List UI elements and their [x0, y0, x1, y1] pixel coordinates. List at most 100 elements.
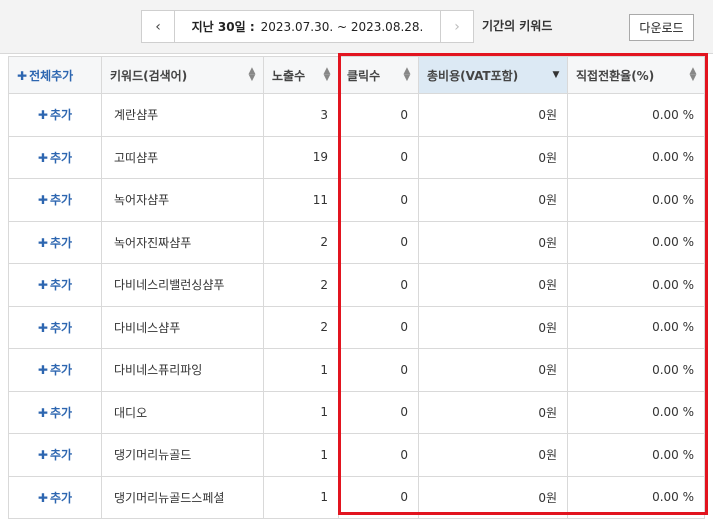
clicks-cell: 0	[338, 135, 419, 179]
clicks-cell: 0	[338, 305, 419, 349]
add-keyword-button[interactable]: ✚ 추가	[8, 220, 102, 264]
clicks-cell: 0	[338, 433, 419, 477]
impressions-cell: 2	[263, 263, 339, 307]
impressions-cell: 1	[263, 348, 339, 392]
plus-icon: ✚	[37, 405, 48, 420]
period-suffix: 기간의 키워드	[482, 19, 553, 33]
keyword-cell: 다비네스퓨리파잉	[101, 348, 264, 392]
plus-icon: ✚	[37, 278, 48, 293]
plus-icon: ✚	[37, 235, 48, 250]
conversion-cell: 0.00 %	[567, 135, 705, 179]
add-keyword-button[interactable]: ✚ 추가	[8, 305, 102, 349]
keyword-cell: 댕기머리뉴골드	[101, 433, 264, 477]
keyword-table: ✚ 전체추가 키워드(검색어) ▲ ▼ 노출수 ▲ ▼ 클릭수 ▲ ▼ 총비용(VAT포함) ▼…	[8, 56, 705, 519]
keyword-cell: 대디오	[101, 390, 264, 434]
conversion-cell: 0.00 %	[567, 178, 705, 222]
impressions-cell: 1	[263, 475, 339, 519]
prev-period-button[interactable]: ‹	[142, 11, 175, 42]
date-range: 지난 30일 : 2023.07.30. ~ 2023.08.28.	[175, 11, 440, 42]
plus-icon: ✚	[37, 108, 48, 123]
sort-icon: ▲ ▼	[323, 66, 331, 83]
period-range: 2023.07.30. ~ 2023.08.28.	[260, 19, 424, 34]
impressions-cell: 19	[263, 135, 339, 179]
table-row: ✚ 추가 녹어자진짜샴푸 2 0 0원 0.00 %	[8, 220, 705, 264]
keyword-cell: 다비네스샴푸	[101, 305, 264, 349]
chevron-right-icon: ›	[454, 18, 460, 35]
sort-icon: ▲ ▼	[248, 66, 256, 83]
table-row: ✚ 추가 대디오 1 0 0원 0.00 %	[8, 390, 705, 434]
keyword-cell: 다비네스리밸런싱샴푸	[101, 263, 264, 307]
add-keyword-button[interactable]: ✚ 추가	[8, 433, 102, 477]
table-row: ✚ 추가 고띠샴푸 19 0 0원 0.00 %	[8, 135, 705, 179]
impressions-cell: 11	[263, 178, 339, 222]
cost-cell: 0원	[418, 220, 568, 264]
clicks-cell: 0	[338, 475, 419, 519]
add-keyword-button[interactable]: ✚ 추가	[8, 178, 102, 222]
table-row: ✚ 추가 녹어자샴푸 11 0 0원 0.00 %	[8, 178, 705, 222]
cost-cell: 0원	[418, 433, 568, 477]
cost-cell: 0원	[418, 135, 568, 179]
impressions-cell: 2	[263, 220, 339, 264]
clicks-cell: 0	[338, 93, 419, 137]
table-row: ✚ 추가 댕기머리뉴골드스페셜 1 0 0원 0.00 %	[8, 475, 705, 519]
add-keyword-button[interactable]: ✚ 추가	[8, 390, 102, 434]
header-conversion-rate[interactable]: 직접전환율(%) ▲ ▼	[567, 56, 705, 94]
conversion-cell: 0.00 %	[567, 305, 705, 349]
impressions-cell: 1	[263, 433, 339, 477]
table-row: ✚ 추가 다비네스리밸런싱샴푸 2 0 0원 0.00 %	[8, 263, 705, 307]
add-keyword-button[interactable]: ✚ 추가	[8, 348, 102, 392]
keyword-cell: 녹어자진짜샴푸	[101, 220, 264, 264]
cost-cell: 0원	[418, 93, 568, 137]
add-all-button[interactable]: ✚ 전체추가	[8, 56, 102, 94]
table-header-row: ✚ 전체추가 키워드(검색어) ▲ ▼ 노출수 ▲ ▼ 클릭수 ▲ ▼ 총비용(VAT포함) ▼…	[8, 56, 705, 94]
impressions-cell: 1	[263, 390, 339, 434]
conversion-cell: 0.00 %	[567, 220, 705, 264]
table-row: ✚ 추가 다비네스퓨리파잉 1 0 0원 0.00 %	[8, 348, 705, 392]
clicks-cell: 0	[338, 178, 419, 222]
table-row: ✚ 추가 계란샴푸 3 0 0원 0.00 %	[8, 93, 705, 137]
plus-icon: ✚	[37, 320, 48, 335]
clicks-cell: 0	[338, 263, 419, 307]
keyword-cell: 녹어자샴푸	[101, 178, 264, 222]
plus-icon: ✚	[37, 150, 48, 165]
conversion-cell: 0.00 %	[567, 475, 705, 519]
keyword-cell: 댕기머리뉴골드스페셜	[101, 475, 264, 519]
plus-icon: ✚	[37, 490, 48, 505]
conversion-cell: 0.00 %	[567, 433, 705, 477]
cost-cell: 0원	[418, 263, 568, 307]
conversion-cell: 0.00 %	[567, 390, 705, 434]
impressions-cell: 3	[263, 93, 339, 137]
plus-icon: ✚	[17, 68, 28, 83]
conversion-cell: 0.00 %	[567, 348, 705, 392]
plus-icon: ✚	[37, 363, 48, 378]
download-button[interactable]: 다운로드	[629, 14, 694, 41]
header-impressions[interactable]: 노출수 ▲ ▼	[263, 56, 339, 94]
period-label: 지난 30일 :	[191, 20, 255, 34]
table-row: ✚ 추가 댕기머리뉴골드 1 0 0원 0.00 %	[8, 433, 705, 477]
next-period-button[interactable]: ›	[440, 11, 473, 42]
keyword-cell: 계란샴푸	[101, 93, 264, 137]
header-total-cost[interactable]: 총비용(VAT포함) ▼	[418, 56, 568, 94]
add-keyword-button[interactable]: ✚ 추가	[8, 93, 102, 137]
keyword-cell: 고띠샴푸	[101, 135, 264, 179]
clicks-cell: 0	[338, 220, 419, 264]
sort-icon: ▲ ▼	[403, 66, 411, 83]
add-keyword-button[interactable]: ✚ 추가	[8, 263, 102, 307]
impressions-cell: 2	[263, 305, 339, 349]
add-keyword-button[interactable]: ✚ 추가	[8, 135, 102, 179]
header-keyword[interactable]: 키워드(검색어) ▲ ▼	[101, 56, 264, 94]
header-clicks[interactable]: 클릭수 ▲ ▼	[338, 56, 419, 94]
add-keyword-button[interactable]: ✚ 추가	[8, 475, 102, 519]
conversion-cell: 0.00 %	[567, 93, 705, 137]
table-row: ✚ 추가 다비네스샴푸 2 0 0원 0.00 %	[8, 305, 705, 349]
cost-cell: 0원	[418, 348, 568, 392]
plus-icon: ✚	[37, 193, 48, 208]
cost-cell: 0원	[418, 475, 568, 519]
date-range-nav: ‹ 지난 30일 : 2023.07.30. ~ 2023.08.28. ›	[141, 10, 474, 43]
plus-icon: ✚	[37, 448, 48, 463]
chevron-left-icon: ‹	[155, 18, 161, 35]
cost-cell: 0원	[418, 305, 568, 349]
sort-desc-icon: ▼	[552, 70, 560, 80]
clicks-cell: 0	[338, 348, 419, 392]
clicks-cell: 0	[338, 390, 419, 434]
